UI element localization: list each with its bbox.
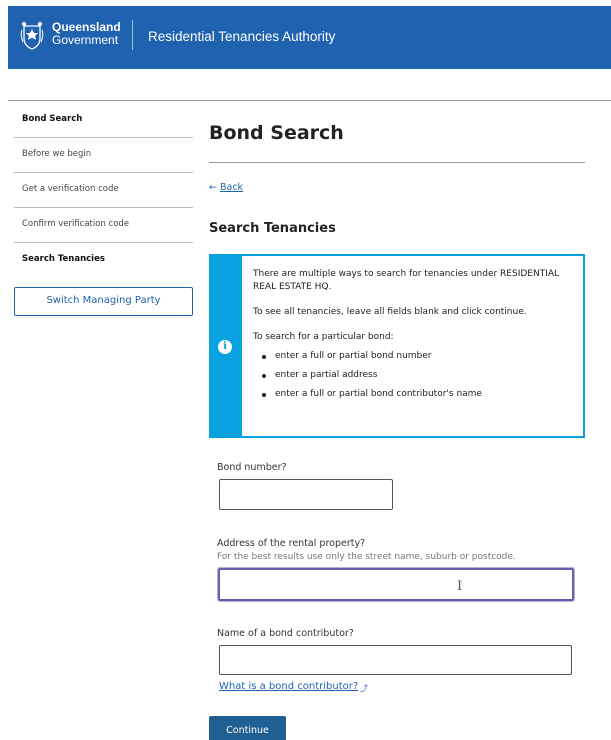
sidebar-item-confirm-verification-code[interactable]: Confirm verification code	[14, 208, 193, 243]
bond-contributor-label: Name of a bond contributor?	[217, 628, 354, 639]
info-callout-text: There are multiple ways to search for te…	[253, 268, 579, 407]
external-link-icon: ⤴	[360, 684, 368, 693]
content-divider	[8, 100, 611, 101]
sidebar-item-search-tenancies[interactable]: Search Tenancies	[14, 243, 193, 278]
sidebar-item-bond-search[interactable]: Bond Search	[14, 103, 193, 138]
back-link[interactable]: ← Back	[209, 182, 243, 193]
gov-logo-text[interactable]: Queensland Government	[52, 21, 121, 47]
info-bullet: enter a partial address	[253, 369, 579, 382]
title-divider	[209, 162, 585, 163]
info-callout: i There are multiple ways to search for …	[209, 254, 585, 438]
bond-number-input[interactable]	[219, 479, 393, 510]
info-callout-bar: i	[211, 256, 242, 436]
bond-number-label: Bond number?	[217, 462, 287, 473]
info-line-2: To see all tenancies, leave all fields b…	[253, 307, 527, 317]
address-hint: For the best results use only the street…	[217, 552, 516, 562]
address-label: Address of the rental property?	[217, 538, 366, 549]
site-title[interactable]: Residential Tenancies Authority	[148, 29, 335, 44]
address-input[interactable]	[217, 567, 575, 602]
back-link-label: Back	[220, 182, 244, 193]
info-icon: i	[218, 340, 232, 354]
switch-managing-party-button[interactable]: Switch Managing Party	[14, 287, 193, 316]
bond-contributor-input[interactable]	[219, 645, 572, 675]
info-bullet-list: enter a full or partial bond number ente…	[253, 350, 579, 401]
qld-crest-icon	[20, 22, 44, 50]
header-divider	[132, 20, 133, 50]
gov-name-line2: Government	[52, 33, 119, 47]
info-bullet: enter a full or partial bond contributor…	[253, 388, 579, 401]
sidebar-item-before-we-begin[interactable]: Before we begin	[14, 138, 193, 173]
sidebar: Bond Search Before we begin Get a verifi…	[14, 103, 193, 316]
page-title: Bond Search	[209, 122, 344, 144]
info-bullet: enter a full or partial bond number	[253, 350, 579, 363]
text-cursor-icon: I	[457, 579, 463, 594]
back-arrow-icon: ←	[209, 182, 217, 193]
section-title: Search Tenancies	[209, 221, 336, 236]
site-header: Queensland Government Residential Tenanc…	[8, 6, 611, 69]
info-line-1: There are multiple ways to search for te…	[253, 269, 560, 292]
what-is-bond-contributor-link[interactable]: What is a bond contributor?	[219, 681, 358, 692]
info-line-3: To search for a particular bond:	[253, 332, 394, 342]
sidebar-item-get-verification-code[interactable]: Get a verification code	[14, 173, 193, 208]
continue-button[interactable]: Continue	[209, 716, 286, 740]
